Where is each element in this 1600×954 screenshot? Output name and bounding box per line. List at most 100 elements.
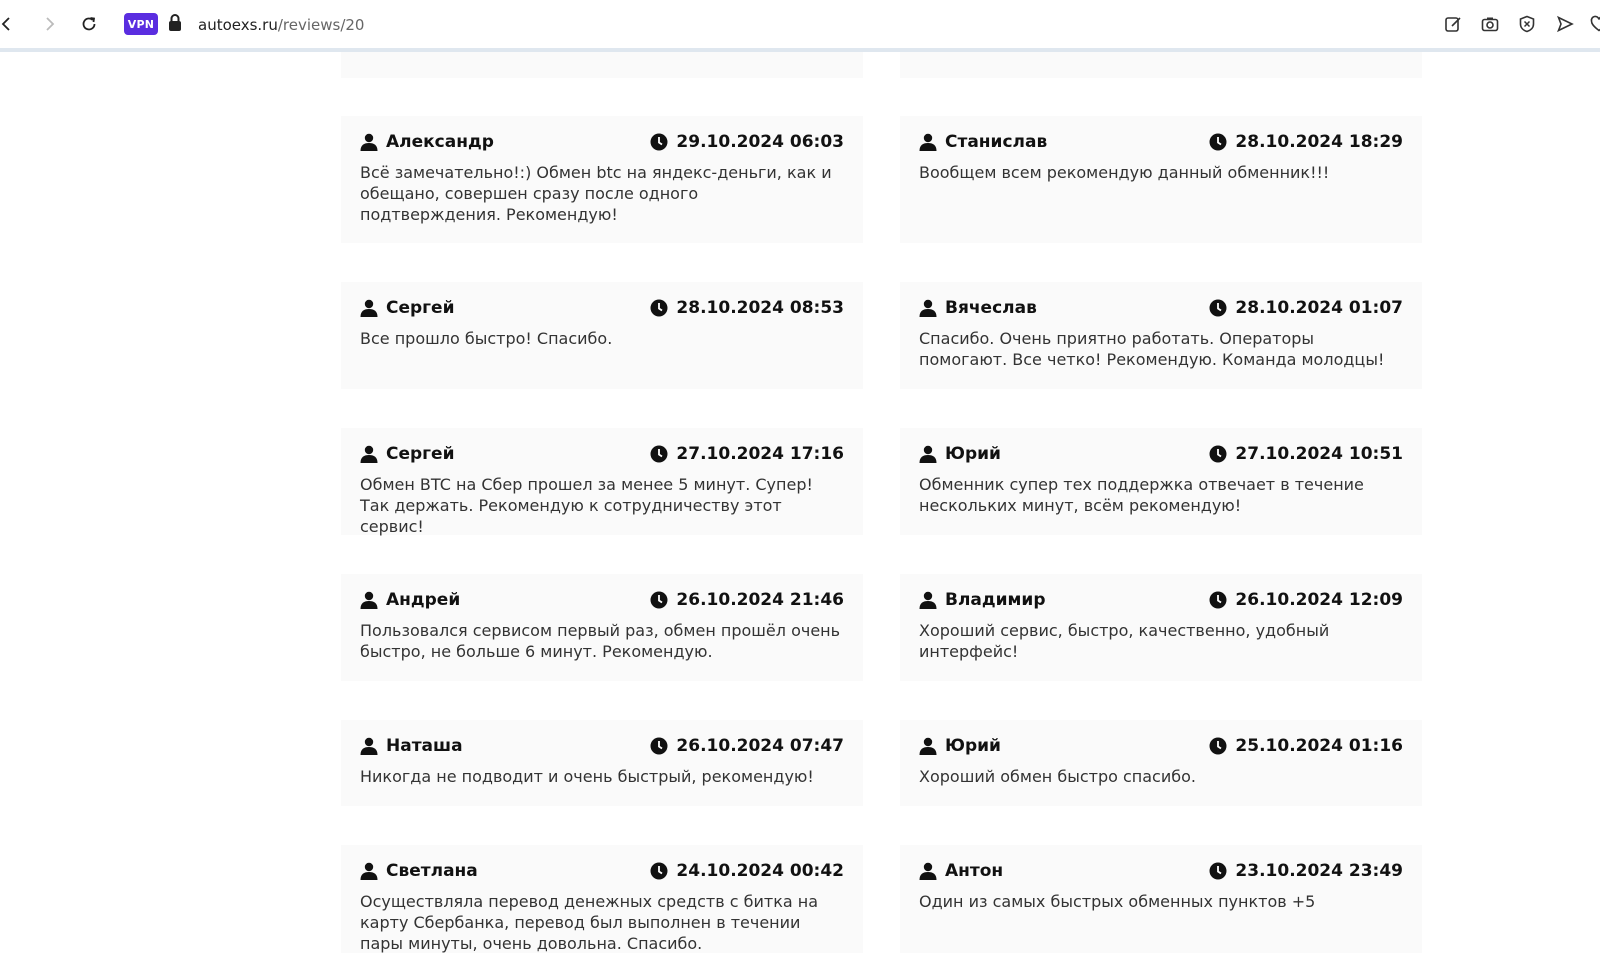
review-text: Обмен BTC на Сбер прошел за менее 5 мину… <box>360 475 813 536</box>
review-date: 23.10.2024 23:49 <box>1209 858 1403 884</box>
review-text: Осуществляла перевод денежных средств с … <box>360 892 819 953</box>
author-name: Вячеслав <box>945 298 1037 318</box>
review-card: Александр 29.10.2024 06:03 Всё замечател… <box>341 116 863 243</box>
clock-icon <box>1209 591 1227 609</box>
camera-icon[interactable] <box>1477 11 1503 37</box>
review-date: 26.10.2024 12:09 <box>1209 587 1403 613</box>
lock-icon[interactable] <box>168 14 184 34</box>
user-icon <box>919 737 937 755</box>
review-date: 26.10.2024 21:46 <box>650 587 844 613</box>
review-card: Юрий 27.10.2024 10:51 Обменник супер тех… <box>900 428 1422 535</box>
back-icon[interactable] <box>0 11 20 37</box>
browser-toolbar: VPN autoexs.ru/reviews/20 <box>0 0 1600 52</box>
author-name: Юрий <box>945 444 1001 464</box>
author-name: Антон <box>945 861 1004 881</box>
review-card: Владимир 26.10.2024 12:09 Хороший сервис… <box>900 574 1422 681</box>
review-card: Юрий 25.10.2024 01:16 Хороший обмен быст… <box>900 720 1422 806</box>
reload-icon[interactable] <box>76 11 102 37</box>
user-icon <box>919 862 937 880</box>
review-author: Светлана <box>360 858 478 884</box>
address-bar[interactable]: autoexs.ru/reviews/20 <box>198 14 364 36</box>
author-name: Наташа <box>386 736 463 756</box>
clock-icon <box>650 445 668 463</box>
review-text: Пользовался сервисом первый раз, обмен п… <box>360 621 841 661</box>
review-text: Вообщем всем рекомендую данный обменник!… <box>919 163 1330 182</box>
user-icon <box>360 299 378 317</box>
vpn-badge[interactable]: VPN <box>124 13 158 35</box>
date-text: 26.10.2024 12:09 <box>1235 590 1403 610</box>
date-text: 28.10.2024 01:07 <box>1235 298 1403 318</box>
review-text: Всё замечательно!:) Обмен btc на яндекс-… <box>360 163 832 224</box>
user-icon <box>360 133 378 151</box>
review-author: Сергей <box>360 441 455 467</box>
user-icon <box>360 591 378 609</box>
shield-icon[interactable] <box>1514 11 1540 37</box>
review-card: Станислав 28.10.2024 18:29 Вообщем всем … <box>900 116 1422 243</box>
review-card: Вячеслав 28.10.2024 01:07 Спасибо. Очень… <box>900 282 1422 389</box>
review-date: 28.10.2024 18:29 <box>1209 129 1403 155</box>
review-date: 28.10.2024 08:53 <box>650 295 844 321</box>
clock-icon <box>650 737 668 755</box>
review-card: Андрей 26.10.2024 21:46 Пользовался серв… <box>341 574 863 681</box>
url-domain: autoexs.ru <box>198 16 278 34</box>
review-text: Обменник супер тех поддержка отвечает в … <box>919 475 1364 515</box>
send-icon[interactable] <box>1552 11 1578 37</box>
clock-icon <box>650 862 668 880</box>
review-text: Хороший обмен быстро спасибо. <box>919 767 1196 786</box>
clock-icon <box>1209 862 1227 880</box>
clock-icon <box>650 299 668 317</box>
date-text: 26.10.2024 21:46 <box>676 590 844 610</box>
review-text: Спасибо. Очень приятно работать. Операто… <box>919 329 1385 369</box>
date-text: 28.10.2024 08:53 <box>676 298 844 318</box>
author-name: Александр <box>386 132 494 152</box>
author-name: Юрий <box>945 736 1001 756</box>
author-name: Сергей <box>386 444 455 464</box>
review-date: 26.10.2024 07:47 <box>650 733 844 759</box>
date-text: 26.10.2024 07:47 <box>676 736 844 756</box>
clock-icon <box>1209 737 1227 755</box>
date-text: 24.10.2024 00:42 <box>676 861 844 881</box>
review-author: Станислав <box>919 129 1047 155</box>
review-text: Хороший сервис, быстро, качественно, удо… <box>919 621 1330 661</box>
date-text: 27.10.2024 17:16 <box>676 444 844 464</box>
author-name: Владимир <box>945 590 1046 610</box>
author-name: Светлана <box>386 861 478 881</box>
review-author: Юрий <box>919 733 1001 759</box>
user-icon <box>919 445 937 463</box>
review-card: Антон 23.10.2024 23:49 Один из самых быс… <box>900 845 1422 953</box>
clock-icon <box>1209 445 1227 463</box>
user-icon <box>360 445 378 463</box>
user-icon <box>360 862 378 880</box>
edit-icon[interactable] <box>1440 11 1466 37</box>
review-author: Александр <box>360 129 494 155</box>
user-icon <box>919 299 937 317</box>
author-name: Андрей <box>386 590 461 610</box>
review-date: 27.10.2024 10:51 <box>1209 441 1403 467</box>
review-card: Светлана 24.10.2024 00:42 Осуществляла п… <box>341 845 863 953</box>
review-author: Антон <box>919 858 1003 884</box>
user-icon <box>919 133 937 151</box>
clock-icon <box>650 133 668 151</box>
review-author: Андрей <box>360 587 460 613</box>
review-date: 29.10.2024 06:03 <box>650 129 844 155</box>
review-text: Один из самых быстрых обменных пунктов +… <box>919 892 1316 911</box>
date-text: 27.10.2024 10:51 <box>1235 444 1403 464</box>
review-date: 25.10.2024 01:16 <box>1209 733 1403 759</box>
review-author: Вячеслав <box>919 295 1037 321</box>
review-card: Наташа 26.10.2024 07:47 Никогда не подво… <box>341 720 863 806</box>
date-text: 23.10.2024 23:49 <box>1235 861 1403 881</box>
author-name: Сергей <box>386 298 455 318</box>
heart-icon[interactable] <box>1586 11 1600 37</box>
review-date: 24.10.2024 00:42 <box>650 858 844 884</box>
date-text: 28.10.2024 18:29 <box>1235 132 1403 152</box>
review-text: Никогда не подводит и очень быстрый, рек… <box>360 767 814 786</box>
review-card: Сергей 28.10.2024 08:53 Все прошло быстр… <box>341 282 863 389</box>
clock-icon <box>650 591 668 609</box>
review-author: Владимир <box>919 587 1046 613</box>
forward-icon[interactable] <box>36 11 62 37</box>
clock-icon <box>1209 299 1227 317</box>
author-name: Станислав <box>945 132 1048 152</box>
review-author: Сергей <box>360 295 455 321</box>
date-text: 29.10.2024 06:03 <box>676 132 844 152</box>
review-author: Наташа <box>360 733 463 759</box>
